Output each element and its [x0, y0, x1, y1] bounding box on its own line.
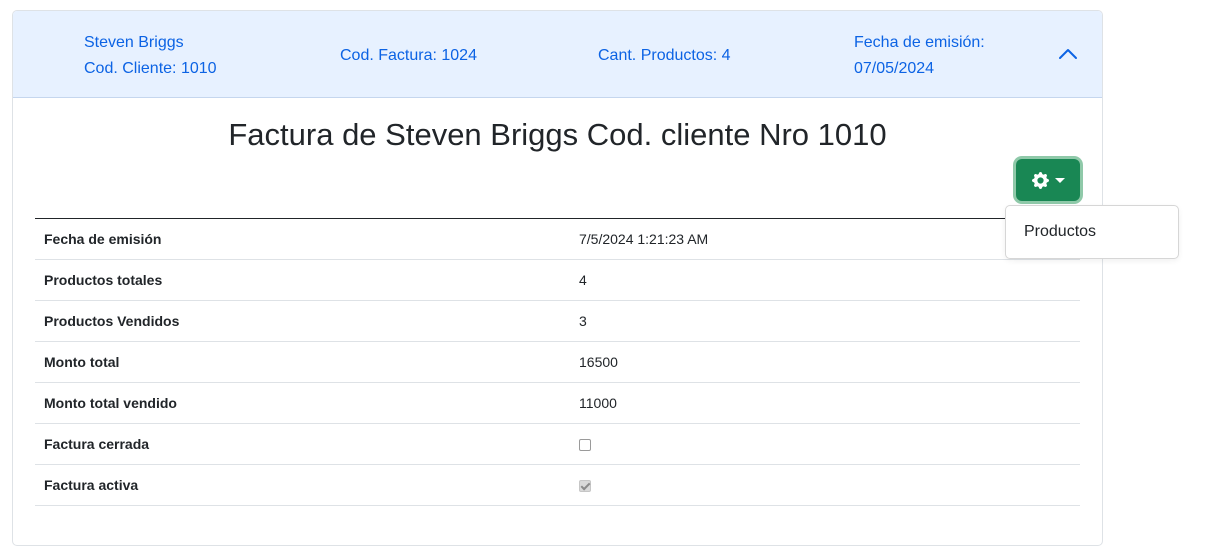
row-value: 3	[570, 300, 1080, 342]
issue-date-block: Fecha de emisión: 07/05/2024	[854, 30, 985, 82]
row-value	[570, 464, 1080, 506]
settings-dropdown-menu: Productos	[1005, 205, 1179, 259]
gear-icon	[1031, 171, 1049, 189]
row-value: 11000	[570, 382, 1080, 424]
client-info: Steven Briggs Cod. Cliente: 1010	[84, 30, 217, 82]
row-label: Productos Vendidos	[35, 300, 570, 342]
table-row: Monto total 16500	[35, 341, 1080, 383]
settings-dropdown-button[interactable]	[1016, 159, 1080, 201]
row-value: 7/5/2024 1:21:23 AM	[570, 218, 1080, 260]
accordion-header[interactable]: Steven Briggs Cod. Cliente: 1010 Cod. Fa…	[13, 11, 1102, 98]
dropdown-item-productos[interactable]: Productos	[1024, 223, 1096, 241]
row-label: Monto total	[35, 341, 570, 383]
issue-date-value: 07/05/2024	[854, 60, 935, 77]
row-label: Factura cerrada	[35, 423, 570, 465]
client-code: Cod. Cliente: 1010	[84, 60, 217, 77]
table-row: Factura activa	[35, 464, 1080, 506]
row-label: Fecha de emisión	[35, 218, 570, 260]
client-name: Steven Briggs	[84, 34, 184, 51]
factura-activa-checkbox	[579, 480, 591, 493]
page-title: Factura de Steven Briggs Cod. cliente Nr…	[228, 117, 887, 152]
row-value	[570, 423, 1080, 465]
chevron-up-icon[interactable]	[1057, 43, 1079, 65]
row-value: 16500	[570, 341, 1080, 383]
row-label: Monto total vendido	[35, 382, 570, 424]
invoice-code: Cod. Factura: 1024	[340, 47, 477, 64]
product-count: Cant. Productos: 4	[598, 47, 731, 64]
row-label: Productos totales	[35, 259, 570, 301]
table-row: Productos Vendidos 3	[35, 300, 1080, 342]
invoice-details-table: Fecha de emisión 7/5/2024 1:21:23 AM Pro…	[35, 218, 1080, 506]
table-row: Productos totales 4	[35, 259, 1080, 301]
row-label: Factura activa	[35, 464, 570, 506]
table-row: Monto total vendido 11000	[35, 382, 1080, 424]
table-row: Factura cerrada	[35, 423, 1080, 465]
factura-cerrada-checkbox	[579, 439, 591, 452]
caret-down-icon	[1054, 177, 1065, 183]
row-value: 4	[570, 259, 1080, 301]
issue-date-label: Fecha de emisión:	[854, 34, 985, 51]
invoice-card: Steven Briggs Cod. Cliente: 1010 Cod. Fa…	[12, 10, 1103, 546]
table-row: Fecha de emisión 7/5/2024 1:21:23 AM	[35, 218, 1080, 260]
